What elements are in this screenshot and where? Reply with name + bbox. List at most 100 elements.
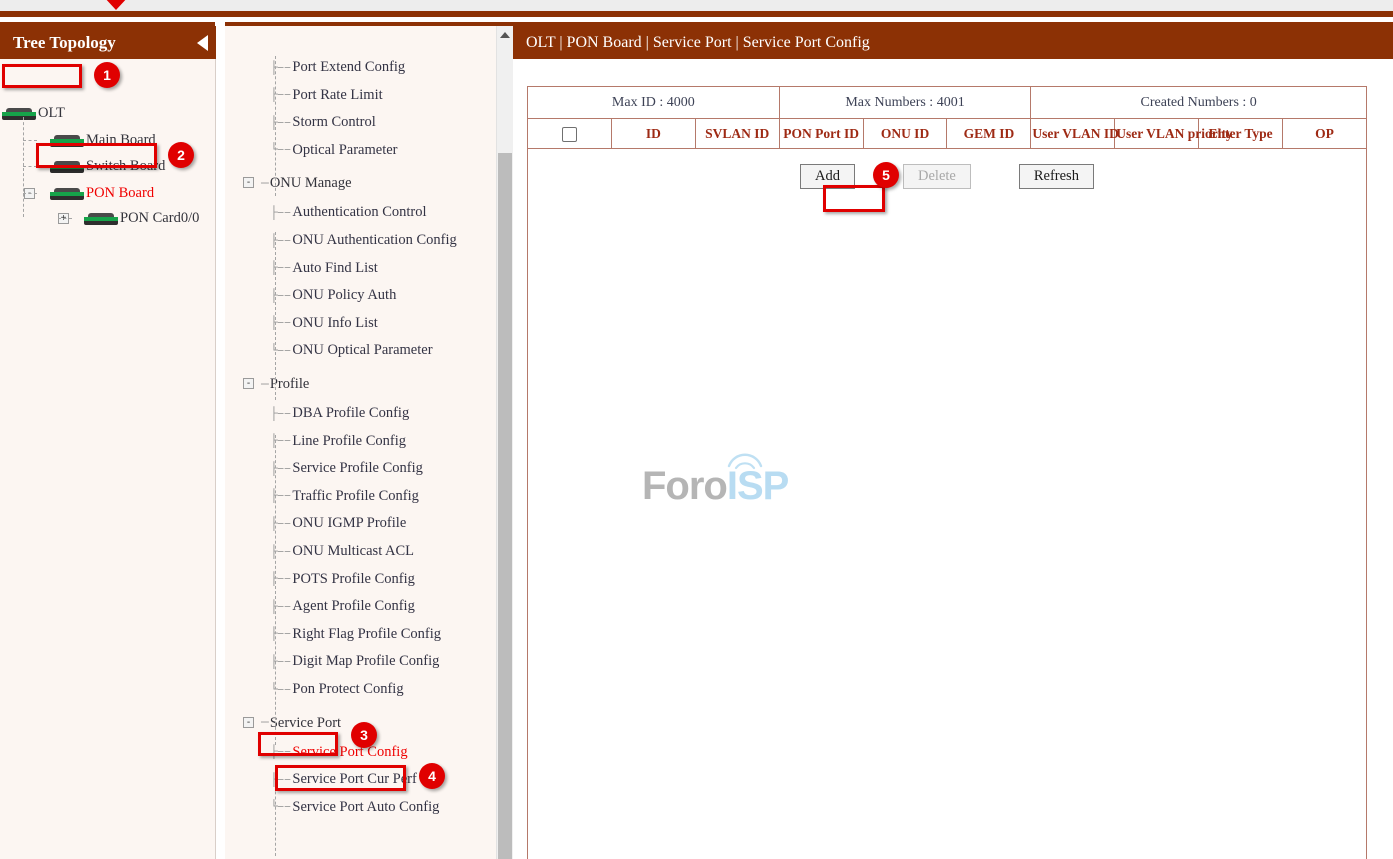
menu-item-onu-policy-auth[interactable]: ├‒‒ONU Policy Auth	[270, 284, 396, 306]
service-port-table-wrap: Max ID : 4000Max Numbers : 4001Created N…	[527, 86, 1367, 859]
select-all-checkbox[interactable]	[562, 127, 577, 142]
menu-item-pon-protect-config[interactable]: └‒‒Pon Protect Config	[270, 678, 404, 700]
tree-connector-line	[23, 117, 24, 217]
column-header-user-vlan-id: User VLAN ID	[1031, 119, 1115, 149]
column-header-gem-id: GEM ID	[947, 119, 1031, 149]
menu-item-digit-map-profile-config[interactable]: ├‒‒Digit Map Profile Config	[270, 650, 439, 672]
tree-branch-glyph: ├‒‒	[270, 485, 290, 507]
menu-item-service-port-auto-config[interactable]: └‒‒Service Port Auto Config	[270, 796, 439, 818]
summary-cell: Created Numbers : 0	[1031, 87, 1367, 119]
menu-item-onu-optical-parameter[interactable]: └‒‒ONU Optical Parameter	[270, 339, 433, 361]
scrollbar-thumb[interactable]	[498, 153, 512, 859]
menu-item-auto-find-list[interactable]: ├‒‒Auto Find List	[270, 257, 378, 279]
menu-item-storm-control[interactable]: ├‒‒Storm Control	[270, 111, 376, 133]
menu-item-label: Service Port Config	[292, 744, 407, 760]
menu-item-label: Service Port	[270, 715, 341, 731]
menu-item-pots-profile-config[interactable]: ├‒‒POTS Profile Config	[270, 568, 415, 590]
tree-node-pon-board[interactable]: PON Board	[50, 183, 154, 204]
navigation-menu-panel: ├‒‒Port Extend Config├‒‒Port Rate Limit├…	[225, 26, 513, 859]
collapse-panel-icon[interactable]	[197, 35, 208, 51]
menu-item-authentication-control[interactable]: ├‒‒Authentication Control	[270, 201, 427, 223]
menu-item-profile[interactable]: ─Profile	[261, 373, 309, 395]
tree-connector-line	[58, 218, 72, 219]
menu-item-port-rate-limit[interactable]: ├‒‒Port Rate Limit	[270, 84, 383, 106]
tree-branch-glyph: ├‒‒	[270, 84, 290, 106]
tree-branch-glyph: ├‒‒	[270, 596, 290, 618]
device-olt-icon	[2, 108, 36, 120]
top-gray-strip	[0, 0, 1393, 11]
tree-node-olt[interactable]: OLT	[2, 103, 65, 124]
add-button[interactable]: Add	[800, 164, 855, 189]
tree-node-switch-board[interactable]: Switch Board	[50, 156, 165, 177]
menu-item-line-profile-config[interactable]: ├‒‒Line Profile Config	[270, 430, 406, 452]
tree-branch-glyph: ├‒‒	[270, 403, 290, 425]
tree-branch-glyph: ─	[261, 374, 268, 396]
column-header-op: OP	[1283, 119, 1367, 149]
device-card-icon	[84, 213, 118, 225]
menu-item-label: Storm Control	[292, 114, 375, 130]
menu-item-onu-igmp-profile[interactable]: ├‒‒ONU IGMP Profile	[270, 512, 406, 534]
menu-item-label: Authentication Control	[292, 204, 426, 220]
tree-branch-glyph: ├‒‒	[270, 513, 290, 535]
menu-item-port-extend-config[interactable]: ├‒‒Port Extend Config	[270, 56, 405, 78]
menu-item-onu-multicast-acl[interactable]: ├‒‒ONU Multicast ACL	[270, 540, 414, 562]
content-panel: OLT | PON Board | Service Port | Service…	[513, 26, 1393, 859]
device-board-icon	[50, 135, 84, 147]
menu-item-onu-authentication-config[interactable]: ├‒‒ONU Authentication Config	[270, 229, 457, 251]
tree-node-pon-card0-0[interactable]: PON Card0/0	[84, 208, 199, 229]
tree-branch-glyph: └‒‒	[270, 796, 290, 818]
menu-connector-line	[275, 435, 276, 745]
menu-item-service-profile-config[interactable]: ├‒‒Service Profile Config	[270, 457, 423, 479]
collapse-group-icon[interactable]: -	[243, 717, 254, 728]
menu-item-label: DBA Profile Config	[292, 405, 409, 421]
menu-item-label: Right Flag Profile Config	[292, 626, 441, 642]
menu-item-agent-profile-config[interactable]: ├‒‒Agent Profile Config	[270, 595, 415, 617]
table-header-row: IDSVLAN IDPON Port IDONU IDGEM IDUser VL…	[528, 119, 1367, 149]
tree-branch-glyph: ─	[261, 173, 268, 195]
menu-item-onu-info-list[interactable]: ├‒‒ONU Info List	[270, 312, 378, 334]
tree-branch-glyph: ├‒‒	[270, 741, 290, 763]
menu-item-label: ONU Manage	[270, 175, 352, 191]
menu-item-label: Service Port Cur Perf	[292, 771, 416, 787]
column-header-user-vlan-priority: User VLAN priority	[1115, 119, 1199, 149]
tree-branch-glyph: ├‒‒	[270, 312, 290, 334]
collapse-group-icon[interactable]: -	[243, 378, 254, 389]
menu-item-label: ONU Multicast ACL	[292, 543, 414, 559]
collapse-group-icon[interactable]: -	[243, 177, 254, 188]
tree-branch-glyph: └‒‒	[270, 139, 290, 161]
menu-item-service-port-cur-perf[interactable]: ├‒‒Service Port Cur Perf	[270, 768, 417, 790]
refresh-button[interactable]: Refresh	[1019, 164, 1094, 189]
scroll-up-arrow-icon[interactable]	[500, 32, 510, 38]
tree-branch-glyph: ├‒‒	[270, 769, 290, 791]
menu-item-dba-profile-config[interactable]: ├‒‒DBA Profile Config	[270, 402, 409, 424]
column-header-ehter-type: Ehter Type	[1199, 119, 1283, 149]
wifi-waves-icon	[725, 450, 765, 470]
tree-connector-line	[23, 193, 37, 194]
table-empty-body: Add Delete Refresh ForoISP	[528, 149, 1367, 859]
summary-cell: Max ID : 4000	[528, 87, 780, 119]
tree-branch-glyph: ├‒‒	[270, 623, 290, 645]
menu-item-optical-parameter[interactable]: └‒‒Optical Parameter	[270, 139, 397, 161]
device-board-icon	[50, 161, 84, 173]
menu-item-label: Pon Protect Config	[292, 681, 403, 697]
menu-item-service-port-config[interactable]: ├‒‒Service Port Config	[270, 741, 408, 763]
menu-item-service-port[interactable]: ─Service Port	[261, 712, 341, 734]
menu-item-label: ONU Policy Auth	[292, 287, 396, 303]
menu-item-label: ONU Info List	[292, 315, 377, 331]
tree-branch-glyph: ├‒‒	[270, 541, 290, 563]
menu-connector-line	[275, 776, 276, 856]
summary-cell: Max Numbers : 4001	[779, 87, 1031, 119]
delete-button: Delete	[903, 164, 971, 189]
tree-topology-header: Tree Topology	[0, 26, 216, 59]
tree-node-main-board[interactable]: Main Board	[50, 130, 156, 151]
action-button-row: Add Delete Refresh	[529, 164, 1365, 189]
menu-item-label: Line Profile Config	[292, 433, 406, 449]
tree-node-list: OLTMain BoardSwitch BoardPON Board-PON C…	[0, 59, 216, 859]
menu-scrollbar[interactable]	[496, 26, 513, 859]
menu-item-traffic-profile-config[interactable]: ├‒‒Traffic Profile Config	[270, 485, 419, 507]
tree-branch-glyph: └‒‒	[270, 679, 290, 701]
tree-node-label: OLT	[38, 105, 65, 121]
foroisp-watermark: ForoISP	[642, 464, 788, 509]
menu-item-right-flag-profile-config[interactable]: ├‒‒Right Flag Profile Config	[270, 623, 441, 645]
menu-item-label: Traffic Profile Config	[292, 488, 418, 504]
